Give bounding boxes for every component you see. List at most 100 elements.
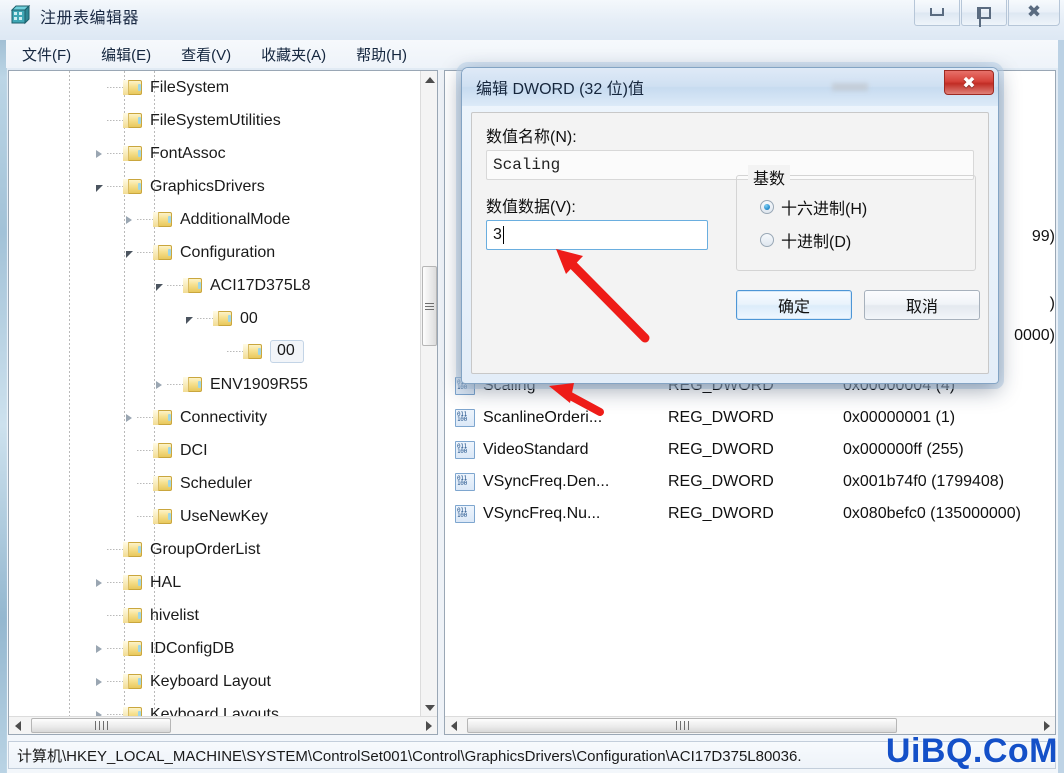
grip-icon	[425, 301, 434, 312]
tree-item-scheduler[interactable]: Scheduler	[9, 467, 420, 500]
tree-item-connectivity[interactable]: Connectivity	[9, 401, 420, 434]
tree-scroll-left-button[interactable]	[9, 717, 26, 734]
tree-item-graphicsdrivers[interactable]: GraphicsDrivers	[9, 170, 420, 203]
tree-item-filesystem[interactable]: FileSystem	[9, 71, 420, 104]
table-row[interactable]: 011 100 VideoStandard REG_DWORD 0x000000ff (…	[445, 434, 1055, 466]
chevron-right-icon[interactable]	[121, 410, 137, 426]
close-icon: ✖	[1026, 2, 1042, 22]
value-data-text: 3	[493, 226, 502, 243]
tree-scroll-down-button[interactable]	[421, 699, 437, 716]
registry-editor-icon	[10, 4, 32, 27]
tree-item-keyboard-layouts[interactable]: Keyboard Layouts	[9, 698, 420, 716]
tree-scroll-right-button[interactable]	[420, 717, 437, 734]
menu-item-view[interactable]: 查看(V)	[179, 42, 233, 67]
menu-item-file[interactable]: 文件(F)	[20, 42, 73, 67]
tree-item-label: DCI	[180, 441, 208, 459]
tree-item-additionalmode[interactable]: AdditionalMode	[9, 203, 420, 236]
chevron-right-icon	[1043, 720, 1050, 731]
chevron-down-icon[interactable]	[121, 245, 137, 261]
tree-item-fontassoc[interactable]: FontAssoc	[9, 137, 420, 170]
chevron-right-icon	[425, 720, 432, 731]
radio-hexadecimal-label: 十六进制(H)	[781, 201, 868, 218]
tree-scroll-thumb[interactable]	[422, 266, 437, 346]
values-scroll-left-button[interactable]	[445, 717, 462, 734]
title-bar: 注册表编辑器 ✖	[0, 0, 1064, 40]
tree-item-env1909r55[interactable]: ENV1909R55	[9, 368, 420, 401]
registry-tree[interactable]: FileSystem FileSystemUtilities FontAssoc Gr…	[9, 71, 420, 716]
dialog-title-bar: 编辑 DWORD (32 位)值 ✖	[462, 68, 998, 106]
table-row[interactable]: 011 100 VSyncFreq.Nu... REG_DWORD 0x080befc0…	[445, 498, 1055, 530]
tree-row-container: FileSystem FileSystemUtilities FontAssoc Gr…	[9, 71, 420, 716]
base-groupbox-title: 基数	[748, 165, 791, 189]
tree-item-dci[interactable]: DCI	[9, 434, 420, 467]
cancel-button[interactable]: 取消	[864, 290, 980, 320]
tree-item-filesystemutilities[interactable]: FileSystemUtilities	[9, 104, 420, 137]
tree-scroll-up-button[interactable]	[421, 71, 437, 88]
value-type: REG_DWORD	[668, 473, 774, 490]
ok-button[interactable]: 确定	[736, 290, 852, 320]
tree-item-label: Configuration	[180, 243, 276, 261]
chevron-down-icon[interactable]	[151, 278, 167, 294]
folder-icon	[153, 475, 173, 492]
tree-item-label: FileSystemUtilities	[150, 111, 281, 129]
chevron-down-icon[interactable]	[181, 311, 197, 327]
radio-button-icon	[760, 200, 774, 214]
tree-item-grouporderlist[interactable]: GroupOrderList	[9, 533, 420, 566]
chevron-right-icon[interactable]	[91, 641, 107, 657]
tree-item-aci17d375l8[interactable]: ACI17D375L8	[9, 269, 420, 302]
dword-value-icon: 011100	[455, 505, 475, 523]
value-data-input[interactable]: 3	[486, 220, 708, 250]
chevron-right-icon[interactable]	[91, 575, 107, 591]
chevron-left-icon	[14, 720, 21, 731]
folder-icon	[243, 343, 263, 360]
chevron-left-icon	[450, 720, 457, 731]
tree-item-idconfigdb[interactable]: IDConfigDB	[9, 632, 420, 665]
folder-icon	[123, 541, 143, 558]
menu-item-help[interactable]: 帮助(H)	[354, 42, 409, 67]
tree-connector-line	[107, 549, 123, 550]
tree-item-configuration[interactable]: Configuration	[9, 236, 420, 269]
tree-connector-line	[107, 582, 123, 583]
values-hscroll-thumb[interactable]	[467, 718, 897, 733]
tree-item-usenewkey[interactable]: UseNewKey	[9, 500, 420, 533]
table-row[interactable]: 011 100 VSyncFreq.Den... REG_DWORD 0x001b74f…	[445, 466, 1055, 498]
chevron-right-icon[interactable]	[91, 707, 107, 716]
minimize-button[interactable]	[914, 0, 960, 26]
tree-horizontal-scrollbar[interactable]	[9, 716, 437, 734]
close-button[interactable]: ✖	[1008, 0, 1060, 26]
restore-button[interactable]	[961, 0, 1007, 27]
menu-item-edit[interactable]: 编辑(E)	[99, 42, 153, 67]
tree-item-00[interactable]: 00	[9, 335, 420, 368]
tree-item-label: 00	[270, 340, 304, 363]
folder-icon	[183, 277, 203, 294]
tree-item-hal[interactable]: HAL	[9, 566, 420, 599]
chevron-right-icon[interactable]	[91, 146, 107, 162]
tree-hscroll-thumb[interactable]	[31, 718, 171, 733]
chevron-down-icon[interactable]	[91, 179, 107, 195]
chevron-up-icon	[424, 76, 435, 83]
folder-icon	[123, 574, 143, 591]
tree-item-hivelist[interactable]: hivelist	[9, 599, 420, 632]
chevron-right-icon[interactable]	[151, 377, 167, 393]
dword-value-icon: 011100	[455, 473, 475, 491]
edit-dword-dialog: 编辑 DWORD (32 位)值 ✖ 数值名称(N): Scaling 数值数据…	[461, 67, 999, 384]
chevron-right-icon[interactable]	[121, 212, 137, 228]
radio-decimal-label: 十进制(D)	[781, 234, 852, 251]
tree-item-label: AdditionalMode	[180, 210, 291, 228]
chevron-right-icon[interactable]	[91, 674, 107, 690]
value-type: REG_DWORD	[668, 409, 774, 426]
dialog-close-button[interactable]: ✖	[944, 70, 994, 95]
radio-hexadecimal[interactable]: 十六进制(H)	[760, 195, 867, 219]
tree-vertical-scrollbar[interactable]	[420, 71, 437, 716]
tree-connector-line	[137, 450, 153, 451]
table-row[interactable]: 011 100 ScanlineOrderi... REG_DWORD 0x000000…	[445, 402, 1055, 434]
tree-connector-line	[107, 648, 123, 649]
tree-item-label: hivelist	[150, 606, 199, 624]
tree-item-label: 00	[240, 309, 258, 327]
tree-item-keyboard-layout[interactable]: Keyboard Layout	[9, 665, 420, 698]
tree-item-00[interactable]: 00	[9, 302, 420, 335]
folder-icon	[123, 112, 143, 129]
radio-decimal[interactable]: 十进制(D)	[760, 228, 851, 252]
menu-bar: 文件(F) 编辑(E) 查看(V) 收藏夹(A) 帮助(H)	[6, 40, 1058, 68]
menu-item-favorites[interactable]: 收藏夹(A)	[259, 42, 328, 67]
